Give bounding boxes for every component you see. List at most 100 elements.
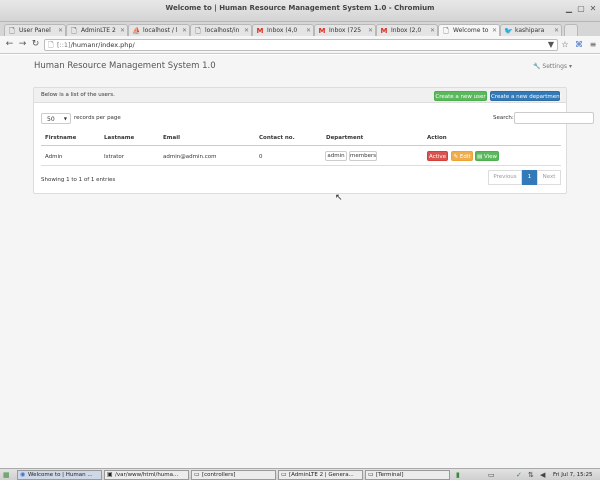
task-terminal[interactable]: ▭ [Terminal]: [365, 470, 450, 480]
tab-close-icon[interactable]: ✕: [120, 27, 125, 34]
cell-email: admin@admin.com: [163, 154, 217, 160]
document-icon: 🗋: [71, 27, 77, 35]
create-user-button[interactable]: Create a new user: [434, 91, 487, 101]
tab-user-panel[interactable]: 🗋 User Panel ✕: [4, 24, 66, 36]
document-icon: 🗋: [9, 27, 15, 35]
tab-close-icon[interactable]: ✕: [244, 27, 249, 34]
pagination-page-1[interactable]: 1: [522, 170, 537, 185]
task-chromium[interactable]: ◉ Welcome to | Human ...: [17, 470, 102, 480]
pagination-next[interactable]: Next: [537, 170, 561, 185]
tab-localhost[interactable]: 🗋 localhost/in ✕: [190, 24, 252, 36]
start-menu-icon[interactable]: ▦: [3, 470, 10, 480]
tab-inbox-1[interactable]: M Inbox (4,0 ✕: [252, 24, 314, 36]
task-editor[interactable]: ▣ /var/www/html/huma...: [104, 470, 189, 480]
translate-icon[interactable]: ⌘: [574, 40, 584, 50]
cell-firstname: Admin: [45, 154, 63, 160]
view-button[interactable]: ▤ View: [475, 151, 499, 161]
column-header-department[interactable]: Department: [326, 135, 363, 141]
tab-close-icon[interactable]: ✕: [430, 27, 435, 34]
gmail-icon: M: [256, 27, 264, 35]
gmail-icon: M: [318, 27, 326, 35]
monitor-icon[interactable]: ▭: [488, 470, 495, 480]
tab-kashipara[interactable]: 🐦 kashipara ✕: [500, 24, 562, 36]
app-launcher-icon[interactable]: ▮: [456, 470, 460, 480]
task-label: Welcome to | Human ...: [28, 472, 93, 478]
search-input[interactable]: [514, 112, 594, 124]
reload-icon[interactable]: ↻: [30, 39, 41, 50]
page-info-icon[interactable]: 🗋: [48, 41, 54, 52]
active-button[interactable]: Active: [427, 151, 448, 161]
address-bar[interactable]: 🗋 [::1]/humanr/index.php/: [44, 39, 558, 51]
bird-icon: 🐦: [504, 27, 513, 35]
view-icon: ▤: [476, 154, 483, 160]
tab-inbox-2[interactable]: M Inbox (725 ✕: [314, 24, 376, 36]
column-header-action[interactable]: Action: [427, 135, 447, 141]
tab-label: Welcome to: [453, 27, 489, 34]
tab-close-icon[interactable]: ✕: [306, 27, 311, 34]
task-label: [AdminLTE 2 | Genera...: [289, 472, 354, 478]
tab-label: localhost/in: [205, 27, 240, 34]
address-path: /humanr/index.php/: [70, 41, 135, 49]
tab-label: localhost / l: [143, 27, 178, 34]
table-info: Showing 1 to 1 of 1 entries: [41, 177, 116, 183]
forward-icon[interactable]: →: [17, 39, 28, 50]
create-department-button[interactable]: Create a new department: [490, 91, 562, 101]
tab-close-icon[interactable]: ✕: [492, 27, 497, 34]
tab-strip: 🗋 User Panel ✕ 🗋 AdminLTE 2 ✕ ⛵ localhos…: [0, 22, 600, 36]
tab-close-icon[interactable]: ✕: [554, 27, 559, 34]
mouse-cursor-icon: ↖: [335, 193, 343, 203]
tab-close-icon[interactable]: ✕: [182, 27, 187, 34]
tab-label: AdminLTE 2: [81, 27, 116, 34]
tab-close-icon[interactable]: ✕: [58, 27, 63, 34]
records-per-page-select[interactable]: 50 ▼: [41, 113, 71, 124]
edit-button[interactable]: ✎ Edit: [451, 151, 473, 161]
task-label: [controllers]: [202, 472, 236, 478]
bookmark-star-icon[interactable]: ☆: [560, 40, 570, 50]
window-title: Welcome to | Human Resource Management S…: [165, 4, 435, 12]
filter-icon[interactable]: ▼: [546, 40, 556, 50]
app-navbar: Human Resource Management System 1.0 🔧 S…: [0, 55, 600, 77]
minimize-icon[interactable]: ▁: [564, 4, 574, 14]
tab-phpmyadmin[interactable]: ⛵ localhost / l ✕: [128, 24, 190, 36]
column-header-lastname[interactable]: Lastname: [104, 135, 134, 141]
document-icon: 🗋: [443, 27, 449, 35]
column-header-email[interactable]: Email: [163, 135, 180, 141]
maximize-icon[interactable]: ▢: [576, 4, 586, 14]
tab-close-icon[interactable]: ✕: [368, 27, 373, 34]
task-adminlte[interactable]: ▭ [AdminLTE 2 | Genera...: [278, 470, 363, 480]
folder-icon: ▭: [194, 471, 200, 478]
back-icon[interactable]: ←: [4, 39, 15, 50]
wrench-icon: 🔧: [533, 63, 541, 70]
volume-icon[interactable]: ◀: [540, 470, 545, 480]
task-controllers[interactable]: ▭ [controllers]: [191, 470, 276, 480]
tab-inbox-3[interactable]: M Inbox (2,0 ✕: [376, 24, 438, 36]
new-tab-button[interactable]: [564, 24, 578, 36]
phpmyadmin-icon: ⛵: [132, 27, 141, 35]
department-tag-members: members: [349, 151, 377, 161]
network-icon[interactable]: ⇅: [528, 470, 534, 480]
tab-adminlte[interactable]: 🗋 AdminLTE 2 ✕: [66, 24, 128, 36]
table-row-divider: [41, 165, 561, 166]
settings-label: Settings: [542, 63, 568, 70]
column-header-contact[interactable]: Contact no.: [259, 135, 295, 141]
close-window-icon[interactable]: ✕: [588, 4, 598, 14]
caret-down-icon: ▾: [568, 63, 572, 70]
tab-welcome-active[interactable]: 🗋 Welcome to ✕: [438, 24, 500, 36]
task-label: [Terminal]: [376, 472, 404, 478]
app-brand[interactable]: Human Resource Management System 1.0: [34, 61, 216, 71]
task-label: /var/www/html/huma...: [115, 472, 179, 478]
tab-label: kashipara: [515, 27, 545, 34]
department-tag-admin: admin: [325, 151, 347, 161]
menu-icon[interactable]: ≡: [588, 40, 598, 50]
taskbar-clock[interactable]: Fri Jul 7, 15:25: [553, 470, 593, 480]
edit-icon: ✎: [453, 154, 459, 160]
settings-dropdown[interactable]: 🔧 Settings ▾: [533, 63, 572, 70]
records-per-page-value: 50: [47, 116, 55, 123]
tab-label: User Panel: [19, 27, 51, 34]
edit-label: Edit: [459, 154, 471, 160]
column-header-firstname[interactable]: Firstname: [45, 135, 76, 141]
pagination-previous[interactable]: Previous: [488, 170, 522, 185]
cell-lastname: Istrator: [104, 154, 125, 160]
caret-down-icon: ▼: [63, 116, 67, 121]
update-check-icon[interactable]: ✓: [516, 470, 522, 480]
